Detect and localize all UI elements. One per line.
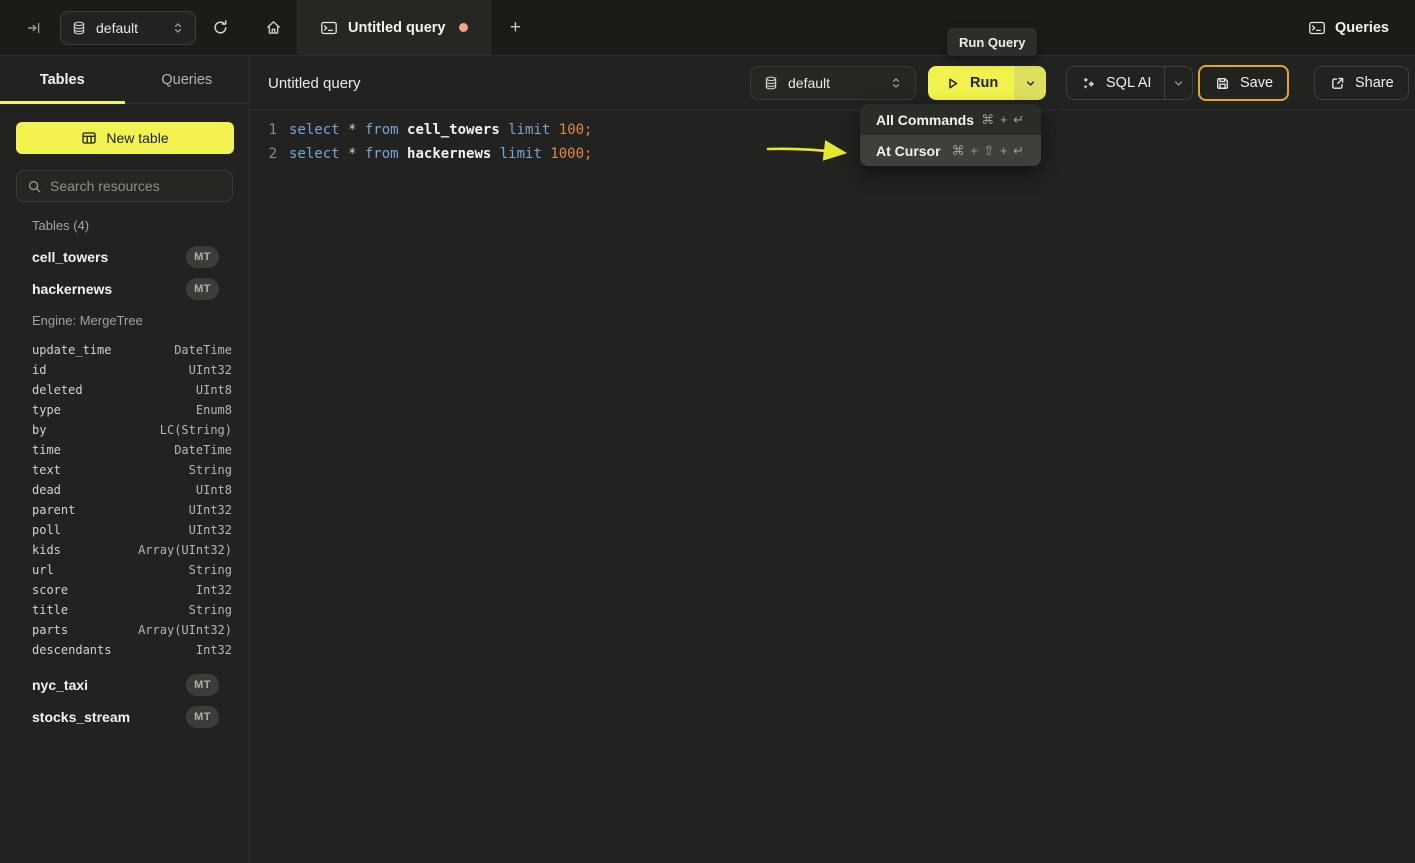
table-row-nyc-taxi[interactable]: nyc_taxi MT <box>0 669 249 701</box>
menu-item-all-commands[interactable]: All Commands ⌘ + ↵ <box>860 104 1041 135</box>
app-window: default <box>0 0 1415 863</box>
column-row: idUInt32 <box>0 360 249 380</box>
line-number: 2 <box>251 146 277 162</box>
menu-item-at-cursor[interactable]: At Cursor ⌘ + ⇧ + ↵ <box>860 135 1041 166</box>
new-table-label: New table <box>106 130 168 146</box>
column-row: partsArray(UInt32) <box>0 620 249 640</box>
save-button[interactable]: Save <box>1198 65 1289 101</box>
new-tab-button[interactable]: + <box>491 0 539 55</box>
play-icon <box>944 75 961 92</box>
tables-section-title: Tables (4) <box>0 213 249 239</box>
collapse-sidebar-icon <box>26 20 42 36</box>
terminal-icon <box>320 20 338 36</box>
column-row: titleString <box>0 600 249 620</box>
column-row: parentUInt32 <box>0 500 249 520</box>
run-options-menu: All Commands ⌘ + ↵ At Cursor ⌘ + ⇧ + ↵ <box>860 104 1041 166</box>
engine-label: Engine: MergeTree <box>0 312 249 330</box>
top-bar: default <box>0 0 1415 56</box>
top-bar-left: default <box>0 0 250 55</box>
share-button-label: Share <box>1355 75 1394 91</box>
column-row: scoreInt32 <box>0 580 249 600</box>
share-button[interactable]: Share <box>1314 66 1409 100</box>
shortcut-keys: ⌘ + ↵ <box>981 112 1025 128</box>
table-name: stocks_stream <box>32 709 186 725</box>
column-row: pollUInt32 <box>0 520 249 540</box>
line-number: 1 <box>251 122 277 138</box>
sql-ai-button-group: SQL AI <box>1066 66 1193 100</box>
query-title: Untitled query <box>268 56 361 110</box>
queries-button[interactable]: Queries <box>1308 0 1415 55</box>
code-line-1: 1 select * from cell_towers limit 100; <box>251 118 1415 142</box>
engine-badge: MT <box>186 278 219 300</box>
header-database-selector[interactable]: default <box>750 66 916 100</box>
sql-ai-button[interactable]: SQL AI <box>1067 67 1164 99</box>
home-icon <box>265 19 282 36</box>
query-header: Untitled query default <box>250 56 1415 110</box>
run-button-label: Run <box>970 75 998 91</box>
column-row: timeDateTime <box>0 440 249 460</box>
column-row: update_timeDateTime <box>0 340 249 360</box>
refresh-icon <box>212 19 229 36</box>
engine-badge: MT <box>186 674 219 696</box>
column-row: descendantsInt32 <box>0 640 249 660</box>
table-name: nyc_taxi <box>32 677 186 693</box>
terminal-icon <box>1308 20 1326 36</box>
home-tab[interactable] <box>250 0 297 55</box>
search-box <box>16 170 233 202</box>
table-row-stocks-stream[interactable]: stocks_stream MT <box>0 701 249 733</box>
share-icon <box>1329 75 1346 92</box>
engine-badge: MT <box>186 706 219 728</box>
sparkles-ai-icon <box>1080 75 1097 92</box>
tab-untitled-query[interactable]: Untitled query <box>297 0 491 55</box>
run-query-tooltip: Run Query <box>947 28 1037 56</box>
column-row: deadUInt8 <box>0 480 249 500</box>
column-row: urlString <box>0 560 249 580</box>
sidebar-tab-tables[interactable]: Tables <box>0 56 125 103</box>
run-button-group: Run <box>928 66 1046 100</box>
collapse-sidebar-button[interactable] <box>20 14 48 42</box>
header-database-value: default <box>788 75 880 91</box>
database-icon <box>71 20 87 36</box>
sidebar-tab-queries[interactable]: Queries <box>125 56 250 103</box>
tab-label: Untitled query <box>348 20 445 36</box>
sql-editor[interactable]: 1 select * from cell_towers limit 100; 2… <box>251 111 1415 863</box>
updown-chevron-icon <box>171 21 185 35</box>
refresh-button[interactable] <box>206 14 234 42</box>
chevron-down-icon <box>1172 77 1185 90</box>
unsaved-changes-dot <box>459 23 468 32</box>
column-row: textString <box>0 460 249 480</box>
topbar-database-selector[interactable]: default <box>60 11 196 45</box>
table-row-hackernews[interactable]: hackernews MT <box>0 273 249 305</box>
updown-chevron-icon <box>889 76 903 90</box>
run-button[interactable]: Run <box>928 66 1014 100</box>
search-input[interactable] <box>50 178 231 194</box>
column-row: byLC(String) <box>0 420 249 440</box>
table-name: cell_towers <box>32 249 186 265</box>
save-floppy-icon <box>1214 75 1231 92</box>
sql-ai-label: SQL AI <box>1106 75 1151 91</box>
column-row: kidsArray(UInt32) <box>0 540 249 560</box>
chevron-down-icon <box>1024 77 1037 90</box>
column-row: typeEnum8 <box>0 400 249 420</box>
table-grid-icon <box>81 130 97 146</box>
sidebar: Tables Queries New table Tables (4) cell <box>0 56 250 863</box>
table-row-cell-towers[interactable]: cell_towers MT <box>0 241 249 273</box>
search-icon <box>27 179 42 194</box>
tab-strip: Untitled query + <box>250 0 539 55</box>
queries-button-label: Queries <box>1335 20 1389 36</box>
engine-badge: MT <box>186 246 219 268</box>
shortcut-keys: ⌘ + ⇧ + ↵ <box>952 143 1025 159</box>
save-button-label: Save <box>1240 75 1273 91</box>
sql-ai-options-button[interactable] <box>1164 67 1192 99</box>
sidebar-tabs: Tables Queries <box>0 56 249 104</box>
run-options-button[interactable] <box>1014 66 1046 100</box>
code-line-2: 2 select * from hackernews limit 1000; <box>251 142 1415 166</box>
new-table-button[interactable]: New table <box>16 122 234 154</box>
column-list: update_timeDateTime idUInt32 deletedUInt… <box>0 340 249 660</box>
database-icon <box>763 75 779 91</box>
topbar-database-value: default <box>96 20 162 36</box>
table-name: hackernews <box>32 281 186 297</box>
column-row: deletedUInt8 <box>0 380 249 400</box>
